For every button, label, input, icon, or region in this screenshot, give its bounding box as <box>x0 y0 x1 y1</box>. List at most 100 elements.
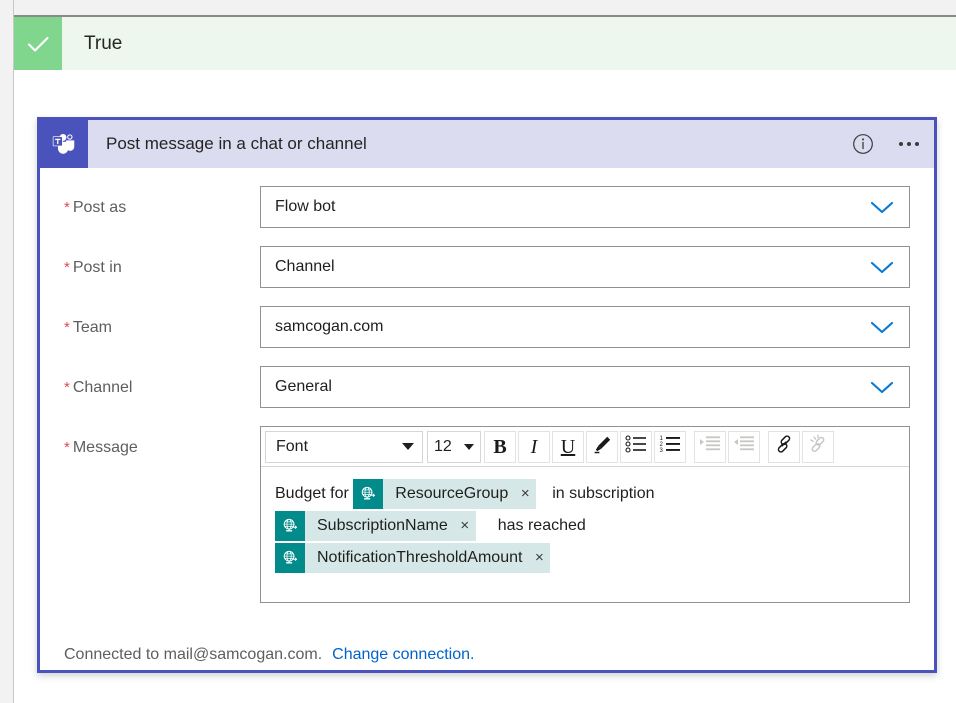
numbered-list-button[interactable]: 1 2 3 <box>654 430 686 463</box>
bold-icon: B <box>493 435 507 458</box>
http-globe-icon <box>275 543 305 573</box>
font-size-value: 12 <box>434 437 452 455</box>
insert-link-icon <box>773 433 795 460</box>
highlighter-button[interactable] <box>586 430 618 463</box>
underline-icon: U <box>560 435 576 458</box>
action-card-header-actions <box>850 120 922 168</box>
field-label-post-in: * Post in <box>64 246 260 277</box>
increase-indent-button[interactable] <box>694 430 726 463</box>
field-row-post-in: * Post in Channel <box>40 246 934 288</box>
rich-text-editor[interactable]: Font 12 B I U 1 2 3 Budget for ResourceG… <box>260 426 910 603</box>
http-globe-icon <box>353 479 384 509</box>
condition-branch-label: True <box>84 32 123 54</box>
microsoft-teams-icon <box>40 120 88 168</box>
dropdown-channel-value: General <box>275 378 332 395</box>
field-control-channel: General <box>260 366 910 408</box>
dropdown-post-as-value: Flow bot <box>275 198 336 215</box>
page-root: True Post message in a chat or channel *… <box>0 0 956 703</box>
dynamic-token-label: NotificationThresholdAmount <box>317 548 523 566</box>
chevron-down-icon[interactable] <box>869 199 895 215</box>
field-row-message: * Message Font 12 B I U 1 2 3 Budget for… <box>40 426 934 603</box>
dropdown-channel[interactable]: General <box>260 366 910 408</box>
decrease-indent-button[interactable] <box>728 430 760 463</box>
rich-text-toolbar: Font 12 B I U 1 2 3 <box>261 427 909 467</box>
dynamic-token-resourcegroup[interactable]: ResourceGroup × <box>353 479 537 509</box>
bulleted-list-button[interactable] <box>620 430 652 463</box>
italic-button[interactable]: I <box>518 430 550 463</box>
field-label-message: * Message <box>64 426 260 457</box>
condition-true-banner: True <box>14 15 956 70</box>
field-label-channel: * Channel <box>64 366 260 397</box>
insert-link-button[interactable] <box>768 430 800 463</box>
dropdown-post-in[interactable]: Channel <box>260 246 910 288</box>
field-control-post-in: Channel <box>260 246 910 288</box>
field-row-team: * Team samcogan.com <box>40 306 934 348</box>
field-control-message: Font 12 B I U 1 2 3 Budget for ResourceG… <box>260 426 910 603</box>
dropdown-post-in-value: Channel <box>275 258 335 275</box>
info-icon[interactable] <box>850 131 876 157</box>
italic-icon: I <box>530 435 538 458</box>
field-label-text: Team <box>72 319 112 336</box>
required-asterisk: * <box>64 199 70 216</box>
required-asterisk: * <box>64 379 70 396</box>
required-asterisk: * <box>64 439 70 456</box>
connection-footer: Connected to mail@samcogan.com. Change c… <box>40 622 934 688</box>
http-globe-icon <box>275 511 305 541</box>
chevron-down-icon <box>464 443 474 450</box>
ellipsis-dots <box>899 142 919 146</box>
field-label-text: Message <box>72 439 138 456</box>
change-connection-link[interactable]: Change connection. <box>332 646 474 664</box>
chevron-down-icon[interactable] <box>869 259 895 275</box>
field-label-post-as: * Post as <box>64 186 260 217</box>
field-label-team: * Team <box>64 306 260 337</box>
svg-text:3: 3 <box>660 448 664 453</box>
check-icon <box>14 17 62 70</box>
remove-token-icon[interactable]: × <box>528 543 550 573</box>
action-card-body: * Post as Flow bot * Post in Channel * T… <box>40 186 934 688</box>
message-editor-content[interactable]: Budget for ResourceGroup × in subscripti… <box>261 467 909 602</box>
message-text-suffix-2: has reached <box>497 516 586 534</box>
remove-token-icon[interactable]: × <box>514 479 536 509</box>
action-card-header[interactable]: Post message in a chat or channel <box>40 120 934 168</box>
field-label-text: Post as <box>72 199 127 216</box>
message-line-3: NotificationThresholdAmount × <box>275 543 895 573</box>
dropdown-post-as[interactable]: Flow bot <box>260 186 910 228</box>
increase-indent-icon <box>699 435 721 458</box>
required-asterisk: * <box>64 319 70 336</box>
chevron-down-icon[interactable] <box>869 379 895 395</box>
connection-status-text: Connected to mail@samcogan.com. <box>64 646 323 663</box>
remove-token-icon[interactable]: × <box>454 511 476 541</box>
font-family-value: Font <box>276 437 309 455</box>
action-card-title: Post message in a chat or channel <box>106 134 367 153</box>
ellipsis-icon[interactable] <box>896 131 922 157</box>
underline-button[interactable]: U <box>552 430 584 463</box>
field-control-post-as: Flow bot <box>260 186 910 228</box>
chevron-down-icon[interactable] <box>869 319 895 335</box>
remove-link-icon <box>807 433 829 460</box>
field-label-text: Channel <box>72 379 133 396</box>
field-label-text: Post in <box>72 259 122 276</box>
dynamic-token-notificationthresholdamount[interactable]: NotificationThresholdAmount × <box>275 543 551 573</box>
message-line-1: Budget for ResourceGroup × in subscripti… <box>275 479 895 509</box>
highlighter-icon <box>592 434 613 460</box>
field-row-post-as: * Post as Flow bot <box>40 186 934 228</box>
chevron-down-icon <box>402 443 414 450</box>
required-asterisk: * <box>64 259 70 276</box>
action-card-post-message[interactable]: Post message in a chat or channel * Post… <box>37 117 937 673</box>
dropdown-team[interactable]: samcogan.com <box>260 306 910 348</box>
bold-button[interactable]: B <box>484 430 516 463</box>
message-line-2: SubscriptionName × has reached <box>275 511 895 541</box>
remove-link-button[interactable] <box>802 430 834 463</box>
field-row-channel: * Channel General <box>40 366 934 408</box>
message-text-prefix: Budget for <box>275 484 354 502</box>
message-text-suffix-1: in subscription <box>552 484 655 502</box>
numbered-list-icon: 1 2 3 <box>659 435 681 458</box>
decrease-indent-icon <box>733 435 755 458</box>
field-control-team: samcogan.com <box>260 306 910 348</box>
dynamic-token-subscriptionname[interactable]: SubscriptionName × <box>275 511 476 541</box>
dropdown-team-value: samcogan.com <box>275 318 384 335</box>
bulleted-list-icon <box>625 435 647 458</box>
dynamic-token-label: ResourceGroup <box>395 484 509 502</box>
font-family-select[interactable]: Font <box>265 430 423 463</box>
font-size-select[interactable]: 12 <box>427 430 481 463</box>
